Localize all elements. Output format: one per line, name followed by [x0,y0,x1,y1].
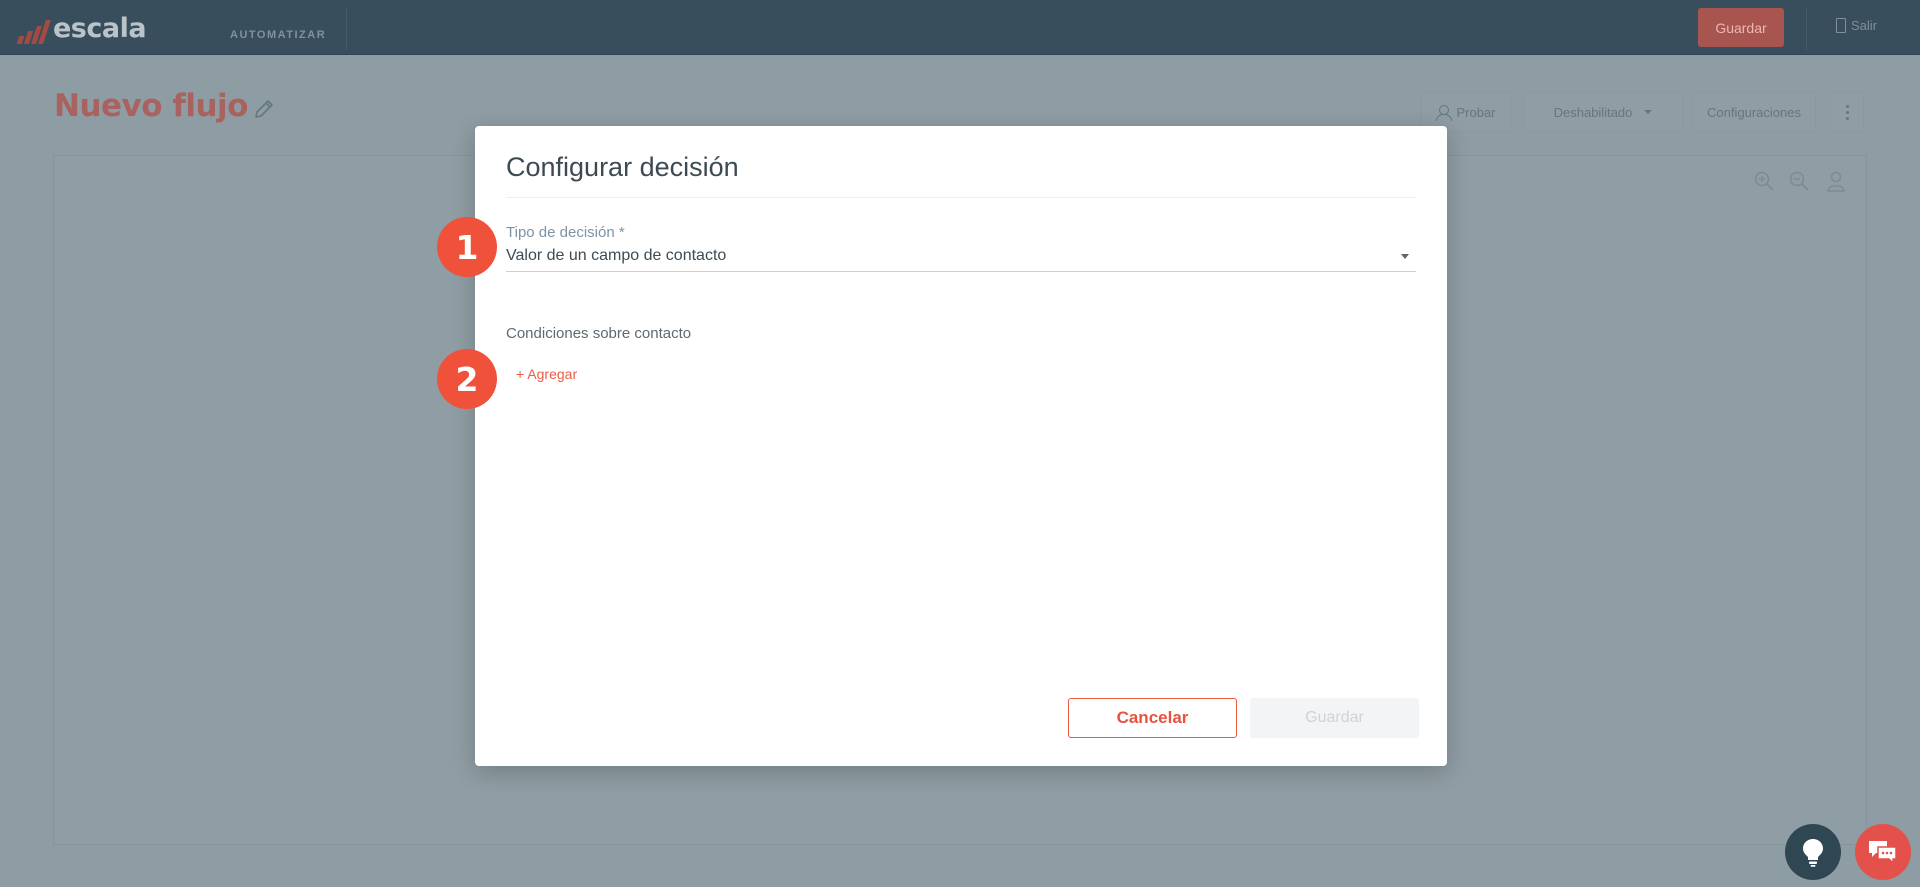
chat-button[interactable] [1855,824,1911,880]
topbar-save-button[interactable]: Guardar [1698,8,1784,47]
topbar-divider [1806,8,1807,50]
escala-logo[interactable]: escala [16,12,147,44]
pencil-icon[interactable] [252,97,276,121]
topbar-divider [346,8,347,50]
door-icon [1836,18,1846,33]
zoom-out-icon[interactable] [1788,170,1810,192]
step-marker-2: 2 [437,349,497,409]
exit-label: Salir [1851,18,1878,33]
tips-button[interactable] [1785,824,1841,880]
save-button[interactable]: Guardar [1250,698,1419,738]
decision-type-select[interactable]: Valor de un campo de contacto [506,245,1416,272]
decision-type-label: Tipo de decisión * [506,224,625,241]
logo-bars-icon [16,20,51,44]
module-name[interactable]: AUTOMATIZAR [230,29,326,41]
kebab-icon [1845,104,1849,120]
add-condition-link[interactable]: + Agregar [516,366,577,382]
more-options-button[interactable] [1830,92,1864,132]
chat-icon [1869,841,1897,865]
status-label: Deshabilitado [1553,104,1633,120]
settings-button[interactable]: Configuraciones [1692,92,1816,132]
configure-decision-dialog: Configurar decisión Tipo de decisión * V… [475,126,1447,766]
top-bar: escala AUTOMATIZAR Guardar Salir [0,0,1920,55]
exit-button[interactable]: Salir [1836,18,1877,33]
dropdown-arrow-icon [1401,254,1409,259]
page-title: Nuevo flujo [54,88,248,124]
dialog-title: Configurar decisión [506,152,739,182]
settings-label: Configuraciones [1707,104,1801,120]
dialog-divider [506,197,1416,198]
brand-name: escala [53,13,147,44]
step-marker-1: 1 [437,217,497,277]
cancel-button[interactable]: Cancelar [1068,698,1237,738]
chevron-down-icon [1644,110,1653,114]
contact-icon[interactable] [1825,170,1847,192]
lightbulb-icon [1803,839,1823,867]
user-icon [1436,104,1453,121]
decision-type-value: Valor de un campo de contacto [506,247,727,264]
conditions-label: Condiciones sobre contacto [506,325,692,342]
test-label: Probar [1456,104,1496,120]
status-dropdown[interactable]: Deshabilitado [1523,92,1683,132]
zoom-in-icon[interactable] [1753,170,1775,192]
